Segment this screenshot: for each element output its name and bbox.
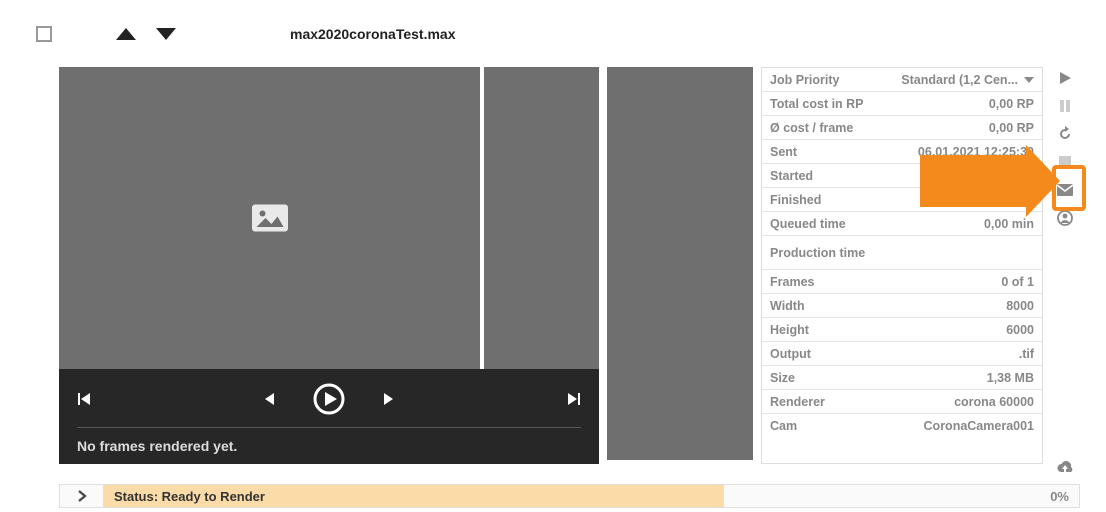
last-frame-button[interactable] — [565, 391, 581, 407]
info-label: Started — [770, 169, 813, 183]
info-row: Production time — [762, 236, 1042, 270]
play-button[interactable] — [313, 383, 345, 415]
info-label: Total cost in RP — [770, 97, 864, 111]
info-value: 0,00 RP — [989, 97, 1034, 111]
info-label: Renderer — [770, 395, 825, 409]
info-row: Frames 0 of 1 — [762, 270, 1042, 294]
restart-button[interactable] — [1054, 123, 1076, 145]
info-label: Sent — [770, 145, 797, 159]
start-button[interactable] — [1054, 67, 1076, 89]
info-row: Ø cost / frame 0,00 RP — [762, 116, 1042, 140]
status-label: Status: Ready to Render — [104, 485, 724, 507]
info-label: Queued time — [770, 217, 846, 231]
info-row: Output .tif — [762, 342, 1042, 366]
info-value: CoronaCamera001 — [924, 419, 1034, 433]
info-label: Output — [770, 347, 811, 361]
info-value: 6000 — [1006, 323, 1034, 337]
sort-down-icon[interactable] — [156, 28, 176, 40]
info-value: 0,00 min — [984, 217, 1034, 231]
status-bar: Status: Ready to Render 0% — [59, 484, 1080, 508]
playback-bar: No frames rendered yet. — [59, 369, 599, 464]
info-row: Height 6000 — [762, 318, 1042, 342]
preview-area — [59, 67, 599, 369]
info-label: Ø cost / frame — [770, 121, 853, 135]
info-label: Production time — [770, 246, 865, 260]
annotation-highlight-box — [1052, 165, 1086, 211]
step-back-button[interactable] — [263, 392, 277, 406]
info-value: Standard (1,2 Cen... — [901, 73, 1034, 87]
annotation-arrow-icon — [920, 155, 1030, 207]
info-row: Cam CoronaCamera001 — [762, 414, 1042, 438]
info-value: 0 of 1 — [1001, 275, 1034, 289]
info-value: corona 60000 — [954, 395, 1034, 409]
status-percent: 0% — [1050, 489, 1069, 504]
file-name: max2020coronaTest.max — [290, 26, 456, 42]
info-row: Renderer corona 60000 — [762, 390, 1042, 414]
secondary-preview — [607, 67, 753, 460]
select-checkbox[interactable] — [36, 26, 52, 42]
info-label: Finished — [770, 193, 821, 207]
info-row: Width 8000 — [762, 294, 1042, 318]
info-label: Size — [770, 371, 795, 385]
dropdown-chevron-icon[interactable] — [1024, 77, 1034, 83]
info-row: Size 1,38 MB — [762, 366, 1042, 390]
info-row: Queued time 0,00 min — [762, 212, 1042, 236]
info-label: Job Priority — [770, 73, 839, 87]
job-info-table: Job Priority Standard (1,2 Cen... Total co… — [761, 67, 1043, 464]
info-value: 1,38 MB — [987, 371, 1034, 385]
first-frame-button[interactable] — [77, 391, 93, 407]
right-toolbar — [1050, 67, 1080, 479]
info-label: Width — [770, 299, 805, 313]
info-value: 0,00 RP — [989, 121, 1034, 135]
info-label: Height — [770, 323, 809, 337]
info-value: 8000 — [1006, 299, 1034, 313]
cloud-upload-button[interactable] — [1054, 457, 1076, 479]
info-row: Total cost in RP 0,00 RP — [762, 92, 1042, 116]
expand-status-button[interactable] — [60, 485, 104, 507]
info-row[interactable]: Job Priority Standard (1,2 Cen... — [762, 68, 1042, 92]
info-value: .tif — [1019, 347, 1034, 361]
no-frames-message: No frames rendered yet. — [77, 438, 581, 454]
image-placeholder-icon — [252, 204, 288, 232]
info-label: Frames — [770, 275, 814, 289]
info-label: Cam — [770, 419, 797, 433]
pause-button[interactable] — [1054, 95, 1076, 117]
step-forward-button[interactable] — [381, 392, 395, 406]
sort-up-icon[interactable] — [116, 28, 136, 40]
